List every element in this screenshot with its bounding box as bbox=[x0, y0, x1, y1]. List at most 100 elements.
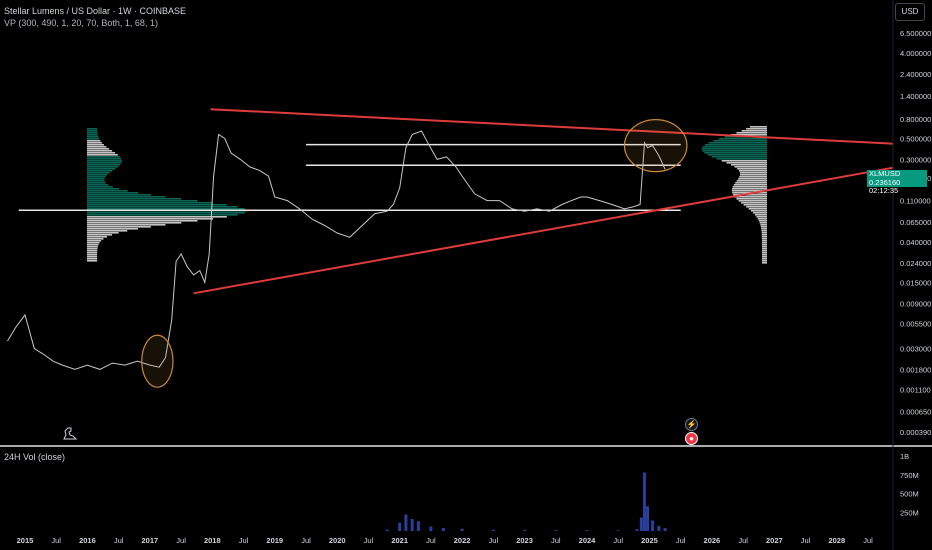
profile-bar bbox=[761, 260, 767, 262]
price-tick-label: 0.003000 bbox=[900, 344, 931, 353]
profile-bar bbox=[761, 258, 767, 260]
price-tick-label: 6.500000 bbox=[900, 29, 931, 38]
volume-profile-left bbox=[87, 128, 248, 262]
profile-bar bbox=[87, 258, 98, 260]
profile-bar bbox=[743, 204, 767, 206]
profile-bar bbox=[760, 226, 767, 228]
volume-tick-label: 500M bbox=[900, 490, 919, 499]
volume-pane-title[interactable]: 24H Vol (close) bbox=[4, 452, 65, 462]
time-tick-label: 2027 bbox=[766, 536, 783, 545]
price-chart[interactable]: 6.500000 4.000000 2.400000 1.400000 0.800000… bbox=[0, 0, 932, 550]
volume-bar bbox=[616, 530, 620, 531]
volume-bar bbox=[642, 472, 646, 531]
profile-bar bbox=[87, 232, 119, 234]
profile-bar bbox=[87, 208, 245, 210]
profile-bar bbox=[87, 256, 98, 258]
profile-bar bbox=[733, 184, 767, 186]
time-tick-label: Jul bbox=[114, 536, 124, 545]
volume-bars bbox=[385, 472, 667, 531]
volume-tick-label: 750M bbox=[900, 471, 919, 480]
profile-bar bbox=[716, 158, 767, 160]
time-tick-label: Jul bbox=[176, 536, 186, 545]
profile-bar bbox=[758, 220, 767, 222]
profile-bar bbox=[753, 212, 767, 214]
price-tick-label: 0.000390 bbox=[900, 428, 931, 437]
profile-bar bbox=[87, 226, 151, 228]
profile-bar bbox=[726, 162, 767, 164]
profile-bar bbox=[736, 132, 767, 134]
volume-bar bbox=[491, 529, 495, 531]
profile-bar bbox=[761, 238, 767, 240]
profile-bar bbox=[702, 146, 767, 148]
profile-bar bbox=[87, 152, 116, 154]
volume-axis[interactable]: 1B 750M 500M 250M bbox=[900, 452, 919, 517]
profile-bar bbox=[761, 254, 767, 256]
indicator-label[interactable]: VP (300, 490, 1, 20, 70, Both, 1, 68, 1) bbox=[4, 18, 158, 28]
profile-bar bbox=[761, 228, 767, 230]
flash-icon[interactable]: ⚡ bbox=[685, 418, 698, 431]
profile-bar bbox=[87, 146, 107, 148]
profile-bar bbox=[87, 160, 123, 162]
profile-bar bbox=[761, 232, 767, 234]
profile-bar bbox=[730, 164, 767, 166]
profile-bar bbox=[750, 210, 767, 212]
profile-bar bbox=[87, 216, 227, 218]
volume-bar bbox=[429, 526, 433, 531]
profile-bar bbox=[761, 234, 767, 236]
price-tick-label: 0.500000 bbox=[900, 134, 931, 143]
profile-bar bbox=[87, 186, 113, 188]
profile-bar bbox=[87, 224, 166, 226]
time-tick-label: 2026 bbox=[704, 536, 721, 545]
profile-bar bbox=[754, 214, 767, 216]
price-tick-label: 2.400000 bbox=[900, 70, 931, 79]
time-tick-label: Jul bbox=[364, 536, 374, 545]
time-axis[interactable]: 2015 Jul 2016 Jul 2017 Jul 2018 Jul 2019 Jul 2020 J… bbox=[17, 536, 874, 545]
trendlines[interactable] bbox=[193, 108, 894, 295]
time-tick-label: 2019 bbox=[266, 536, 283, 545]
time-tick-label: Jul bbox=[51, 536, 61, 545]
time-tick-label: Jul bbox=[738, 536, 748, 545]
profile-bar bbox=[87, 212, 245, 214]
time-tick-label: 2028 bbox=[828, 536, 845, 545]
profile-bar bbox=[87, 180, 105, 182]
profile-bar bbox=[87, 168, 116, 170]
time-tick-label: Jul bbox=[301, 536, 311, 545]
profile-bar bbox=[87, 162, 122, 164]
volume-tick-label: 1B bbox=[900, 452, 909, 461]
profile-bar bbox=[732, 186, 767, 188]
profile-bar bbox=[87, 158, 122, 160]
profile-bar bbox=[87, 218, 214, 220]
profile-bar bbox=[756, 216, 767, 218]
volume-bar bbox=[639, 517, 643, 531]
profile-bar bbox=[761, 256, 767, 258]
profile-bar bbox=[87, 198, 182, 200]
dino-icon[interactable] bbox=[62, 425, 78, 441]
profile-bar bbox=[87, 238, 104, 240]
profile-bar bbox=[87, 246, 98, 248]
currency-button[interactable]: USD bbox=[895, 3, 925, 21]
volume-bar bbox=[554, 530, 558, 531]
profile-bar bbox=[718, 138, 767, 140]
volume-bar bbox=[404, 514, 408, 531]
profile-bar bbox=[87, 164, 121, 166]
price-tick-label: 1.400000 bbox=[900, 92, 931, 101]
volume-bar bbox=[663, 528, 667, 531]
time-tick-label: 2015 bbox=[17, 536, 34, 545]
red-event-icon[interactable]: ● bbox=[685, 432, 698, 445]
profile-bar bbox=[732, 188, 767, 190]
volume-bar bbox=[460, 528, 464, 531]
chart-title[interactable]: Stellar Lumens / US Dollar · 1W · COINBA… bbox=[4, 6, 186, 16]
profile-bar bbox=[701, 148, 767, 150]
profile-bar bbox=[739, 174, 767, 176]
volume-bar bbox=[585, 530, 589, 531]
profile-bar bbox=[761, 242, 767, 244]
profile-bar bbox=[87, 154, 118, 156]
price-axis[interactable]: 6.500000 4.000000 2.400000 1.400000 0.800000… bbox=[900, 29, 931, 437]
profile-bar bbox=[761, 230, 767, 232]
time-tick-label: Jul bbox=[613, 536, 623, 545]
price-tick-label: 0.800000 bbox=[900, 115, 931, 124]
time-tick-label: Jul bbox=[239, 536, 249, 545]
profile-bar bbox=[87, 174, 108, 176]
profile-bar bbox=[87, 182, 106, 184]
profile-bar bbox=[87, 228, 139, 230]
